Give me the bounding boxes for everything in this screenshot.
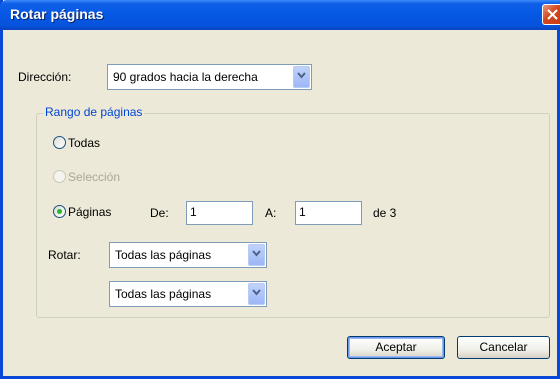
direction-select[interactable]: 90 grados hacia la derecha (107, 64, 312, 90)
direction-label: Dirección: (18, 70, 72, 84)
cancel-button[interactable]: Cancelar (457, 336, 550, 359)
rotate-pages-select[interactable]: Todas las páginas (109, 242, 267, 268)
from-label: De: (150, 206, 169, 220)
radio-selection[interactable] (53, 170, 66, 183)
close-icon (547, 9, 558, 20)
radio-pages-label[interactable]: Páginas (68, 205, 111, 219)
chevron-down-icon[interactable] (293, 66, 310, 88)
from-page-input[interactable]: 1 (186, 201, 253, 225)
radio-selection-label[interactable]: Selección (68, 170, 120, 184)
page-count-text: de 3 (373, 206, 397, 220)
window-title: Rotar páginas (10, 6, 104, 22)
radio-all[interactable] (53, 136, 66, 149)
ok-button[interactable]: Aceptar (347, 336, 445, 359)
radio-all-label[interactable]: Todas (68, 136, 100, 150)
to-label: A: (265, 206, 277, 220)
radio-pages[interactable] (53, 205, 66, 218)
rotate-pages-dialog: Rotar páginas Dirección: 90 grados hacia… (0, 0, 560, 379)
rotate-label: Rotar: (48, 248, 81, 262)
rotate-orientation-select[interactable]: Todas las páginas (109, 281, 267, 307)
from-page-value: 1 (190, 205, 197, 219)
close-button[interactable] (542, 4, 560, 25)
rotate-orientation-value: Todas las páginas (115, 287, 212, 301)
page-range-title: Rango de páginas (43, 105, 145, 119)
direction-value: 90 grados hacia la derecha (113, 70, 258, 84)
to-page-value: 1 (299, 205, 306, 219)
chevron-down-icon[interactable] (248, 244, 265, 266)
radio-selected-dot (57, 209, 62, 214)
chevron-down-icon[interactable] (248, 283, 265, 305)
title-bar[interactable]: Rotar páginas (0, 0, 560, 30)
rotate-pages-value: Todas las páginas (115, 248, 212, 262)
to-page-input[interactable]: 1 (295, 201, 362, 225)
